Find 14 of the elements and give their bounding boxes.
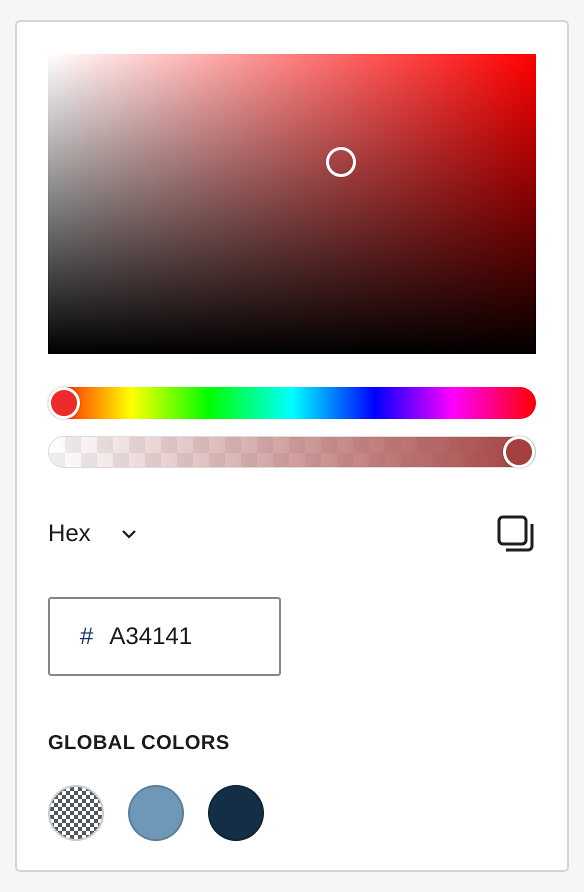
- hue-slider[interactable]: [48, 387, 536, 419]
- hex-input[interactable]: # A34141: [48, 597, 281, 676]
- hash-prefix: #: [80, 622, 94, 650]
- chevron-down-icon: [120, 529, 137, 539]
- section-heading: GLOBAL COLORS: [48, 732, 231, 755]
- color-pointer[interactable]: [326, 147, 356, 178]
- format-select[interactable]: Hex: [48, 520, 137, 548]
- copy-button[interactable]: [496, 514, 536, 554]
- color-field[interactable]: [48, 54, 536, 354]
- hex-value: A34141: [109, 622, 192, 650]
- alpha-slider[interactable]: [48, 436, 536, 468]
- hue-thumb[interactable]: [48, 387, 80, 419]
- copy-icon: [497, 515, 535, 553]
- alpha-thumb[interactable]: [503, 436, 535, 468]
